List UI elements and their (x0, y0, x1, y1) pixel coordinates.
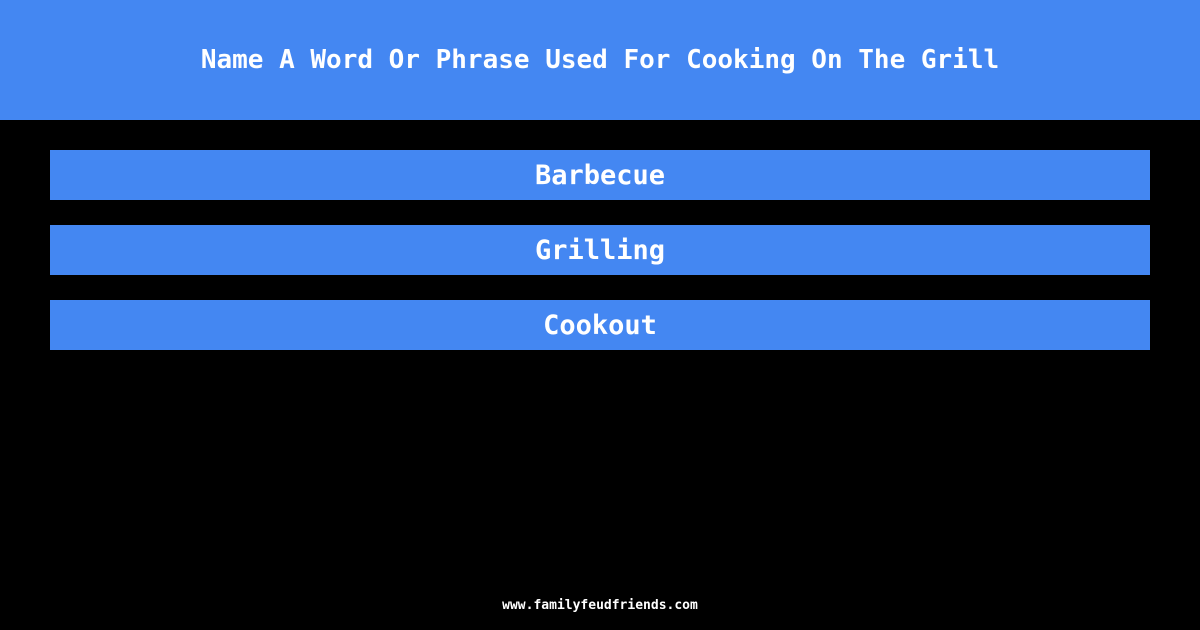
answer-bar: Grilling (50, 225, 1150, 275)
answer-bar: Cookout (50, 300, 1150, 350)
answer-text: Grilling (534, 234, 666, 266)
answer-text: Cookout (543, 309, 657, 341)
answer-text: Barbecue (534, 159, 666, 191)
website-url: www.familyfeudfriends.com (502, 598, 698, 613)
question-header: Name A Word Or Phrase Used For Cooking O… (0, 0, 1200, 120)
answer-bar: Barbecue (50, 150, 1150, 200)
question-title: Name A Word Or Phrase Used For Cooking O… (200, 45, 1000, 75)
